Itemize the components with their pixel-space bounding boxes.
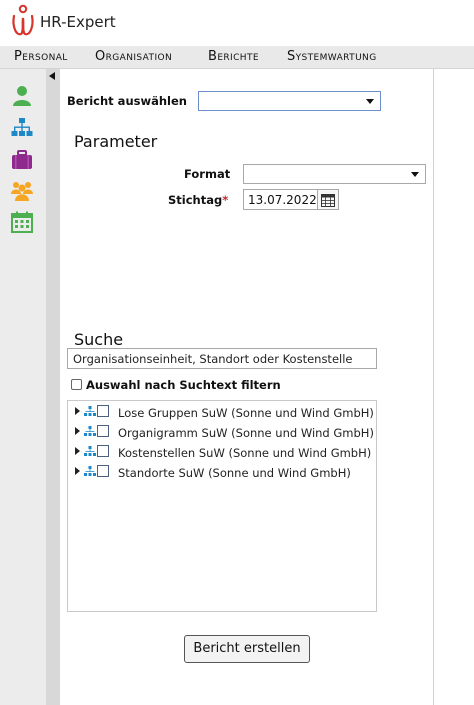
tree-item-checkbox[interactable] <box>97 445 109 457</box>
search-input[interactable]: Organisationseinheit, Standort oder Kost… <box>67 348 377 369</box>
tree-item[interactable]: Kostenstellen SuW (Sonne und Wind GmbH) <box>68 443 376 461</box>
main-menu-bar: Personal Organisation Berichte Systemwar… <box>0 46 474 69</box>
expand-arrow-icon[interactable] <box>75 467 80 475</box>
search-section-title: Suche <box>74 330 124 349</box>
menu-item-systemwartung[interactable]: Systemwartung <box>287 49 377 64</box>
app-title: HR-Expert <box>40 13 116 31</box>
org-chart-icon <box>84 406 96 416</box>
app-header: HR-Expert <box>0 0 474 46</box>
tree-item-checkbox[interactable] <box>97 465 109 477</box>
sidebar-collapse-strip[interactable] <box>46 69 60 705</box>
org-chart-icon[interactable] <box>11 117 33 139</box>
menu-item-personal[interactable]: Personal <box>14 49 68 64</box>
stichtag-label-text: Stichtag <box>168 193 223 207</box>
expand-arrow-icon[interactable] <box>75 407 80 415</box>
tree-item-label: Lose Gruppen SuW (Sonne und Wind GmbH) <box>118 406 374 420</box>
tree-item[interactable]: Organigramm SuW (Sonne und Wind GmbH) <box>68 423 376 441</box>
calendar-icon[interactable] <box>11 211 33 233</box>
tree-item-checkbox[interactable] <box>97 405 109 417</box>
tree-item-label: Kostenstellen SuW (Sonne und Wind GmbH) <box>118 446 372 460</box>
left-sidebar <box>0 69 46 705</box>
tree-item-label: Standorte SuW (Sonne und Wind GmbH) <box>118 466 351 480</box>
filter-checkbox[interactable] <box>71 379 82 390</box>
org-tree: Lose Gruppen SuW (Sonne und Wind GmbH) O… <box>67 400 377 612</box>
format-label: Format <box>184 167 231 181</box>
stichtag-label: Stichtag* <box>168 193 228 207</box>
format-select[interactable] <box>243 164 426 184</box>
expand-arrow-icon[interactable] <box>75 447 80 455</box>
tree-item-label: Organigramm SuW (Sonne und Wind GmbH) <box>118 426 374 440</box>
menu-item-organisation[interactable]: Organisation <box>95 49 172 64</box>
create-report-button[interactable]: Bericht erstellen <box>184 635 310 663</box>
chevron-down-icon <box>411 172 419 177</box>
required-marker: * <box>222 193 229 207</box>
collapse-arrow-icon[interactable] <box>49 72 55 80</box>
org-chart-icon <box>84 426 96 436</box>
parameter-section-title: Parameter <box>74 132 158 151</box>
org-chart-icon <box>84 446 96 456</box>
calendar-icon <box>321 194 335 207</box>
filter-checkbox-label: Auswahl nach Suchtext filtern <box>86 378 281 392</box>
report-select[interactable] <box>198 91 381 111</box>
stichtag-date-input[interactable]: 13.07.2022 <box>243 189 318 210</box>
tree-item-checkbox[interactable] <box>97 425 109 437</box>
expand-arrow-icon[interactable] <box>75 427 80 435</box>
person-icon[interactable] <box>11 85 33 107</box>
tree-item[interactable]: Lose Gruppen SuW (Sonne und Wind GmbH) <box>68 403 376 421</box>
briefcase-icon[interactable] <box>11 149 33 171</box>
group-icon[interactable] <box>11 180 33 202</box>
org-chart-icon <box>84 466 96 476</box>
hr-expert-logo-icon <box>12 4 34 36</box>
tree-item[interactable]: Standorte SuW (Sonne und Wind GmbH) <box>68 463 376 481</box>
report-select-label: Bericht auswählen <box>67 94 187 108</box>
chevron-down-icon <box>366 99 374 104</box>
date-picker-button[interactable] <box>317 189 339 210</box>
menu-item-berichte[interactable]: Berichte <box>208 49 259 64</box>
